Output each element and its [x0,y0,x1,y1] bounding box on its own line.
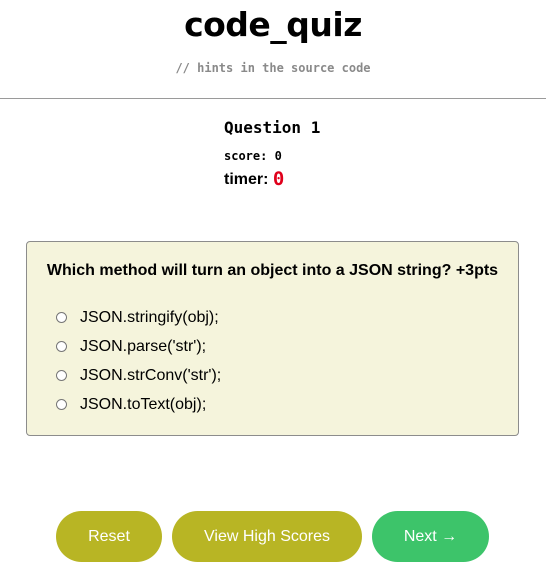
answer-option-2[interactable]: JSON.parse('str'); [55,332,221,361]
reset-button[interactable]: Reset [56,511,162,562]
answer-option-4[interactable]: JSON.toText(obj); [55,390,221,419]
hint-subtitle: // hints in the source code [175,61,371,75]
view-high-scores-button[interactable]: View High Scores [172,511,362,562]
answer-label: JSON.strConv('str'); [80,366,222,384]
answer-label: JSON.parse('str'); [80,337,207,355]
answer-option-3[interactable]: JSON.strConv('str'); [55,361,221,390]
timer-display: timer: 0 [224,169,424,190]
score-label: score: [224,149,268,163]
question-number: Question 1 [224,118,321,137]
answer-option-1[interactable]: JSON.stringify(obj); [55,303,221,332]
app-title: code_quiz [184,5,362,44]
next-button[interactable]: Next → [372,511,489,562]
question-card: Which method will turn an object into a … [26,241,519,436]
answer-radio[interactable] [56,399,67,410]
score-display: score: 0 [224,149,424,163]
quiz-status: Question 1 score: 0 timer: 0 [224,118,424,190]
answer-radio[interactable] [56,370,67,381]
answer-radio[interactable] [56,341,67,352]
answer-label: JSON.toText(obj); [80,395,207,413]
timer-value: 0 [272,168,285,190]
score-value: 0 [274,149,282,163]
page-header: code_quiz // hints in the source code [0,0,546,99]
answer-list: JSON.stringify(obj); JSON.parse('str'); … [55,303,221,419]
answer-radio[interactable] [56,312,67,323]
timer-label: timer: [224,171,269,188]
answer-label: JSON.stringify(obj); [80,308,219,326]
question-text: Which method will turn an object into a … [46,262,499,279]
